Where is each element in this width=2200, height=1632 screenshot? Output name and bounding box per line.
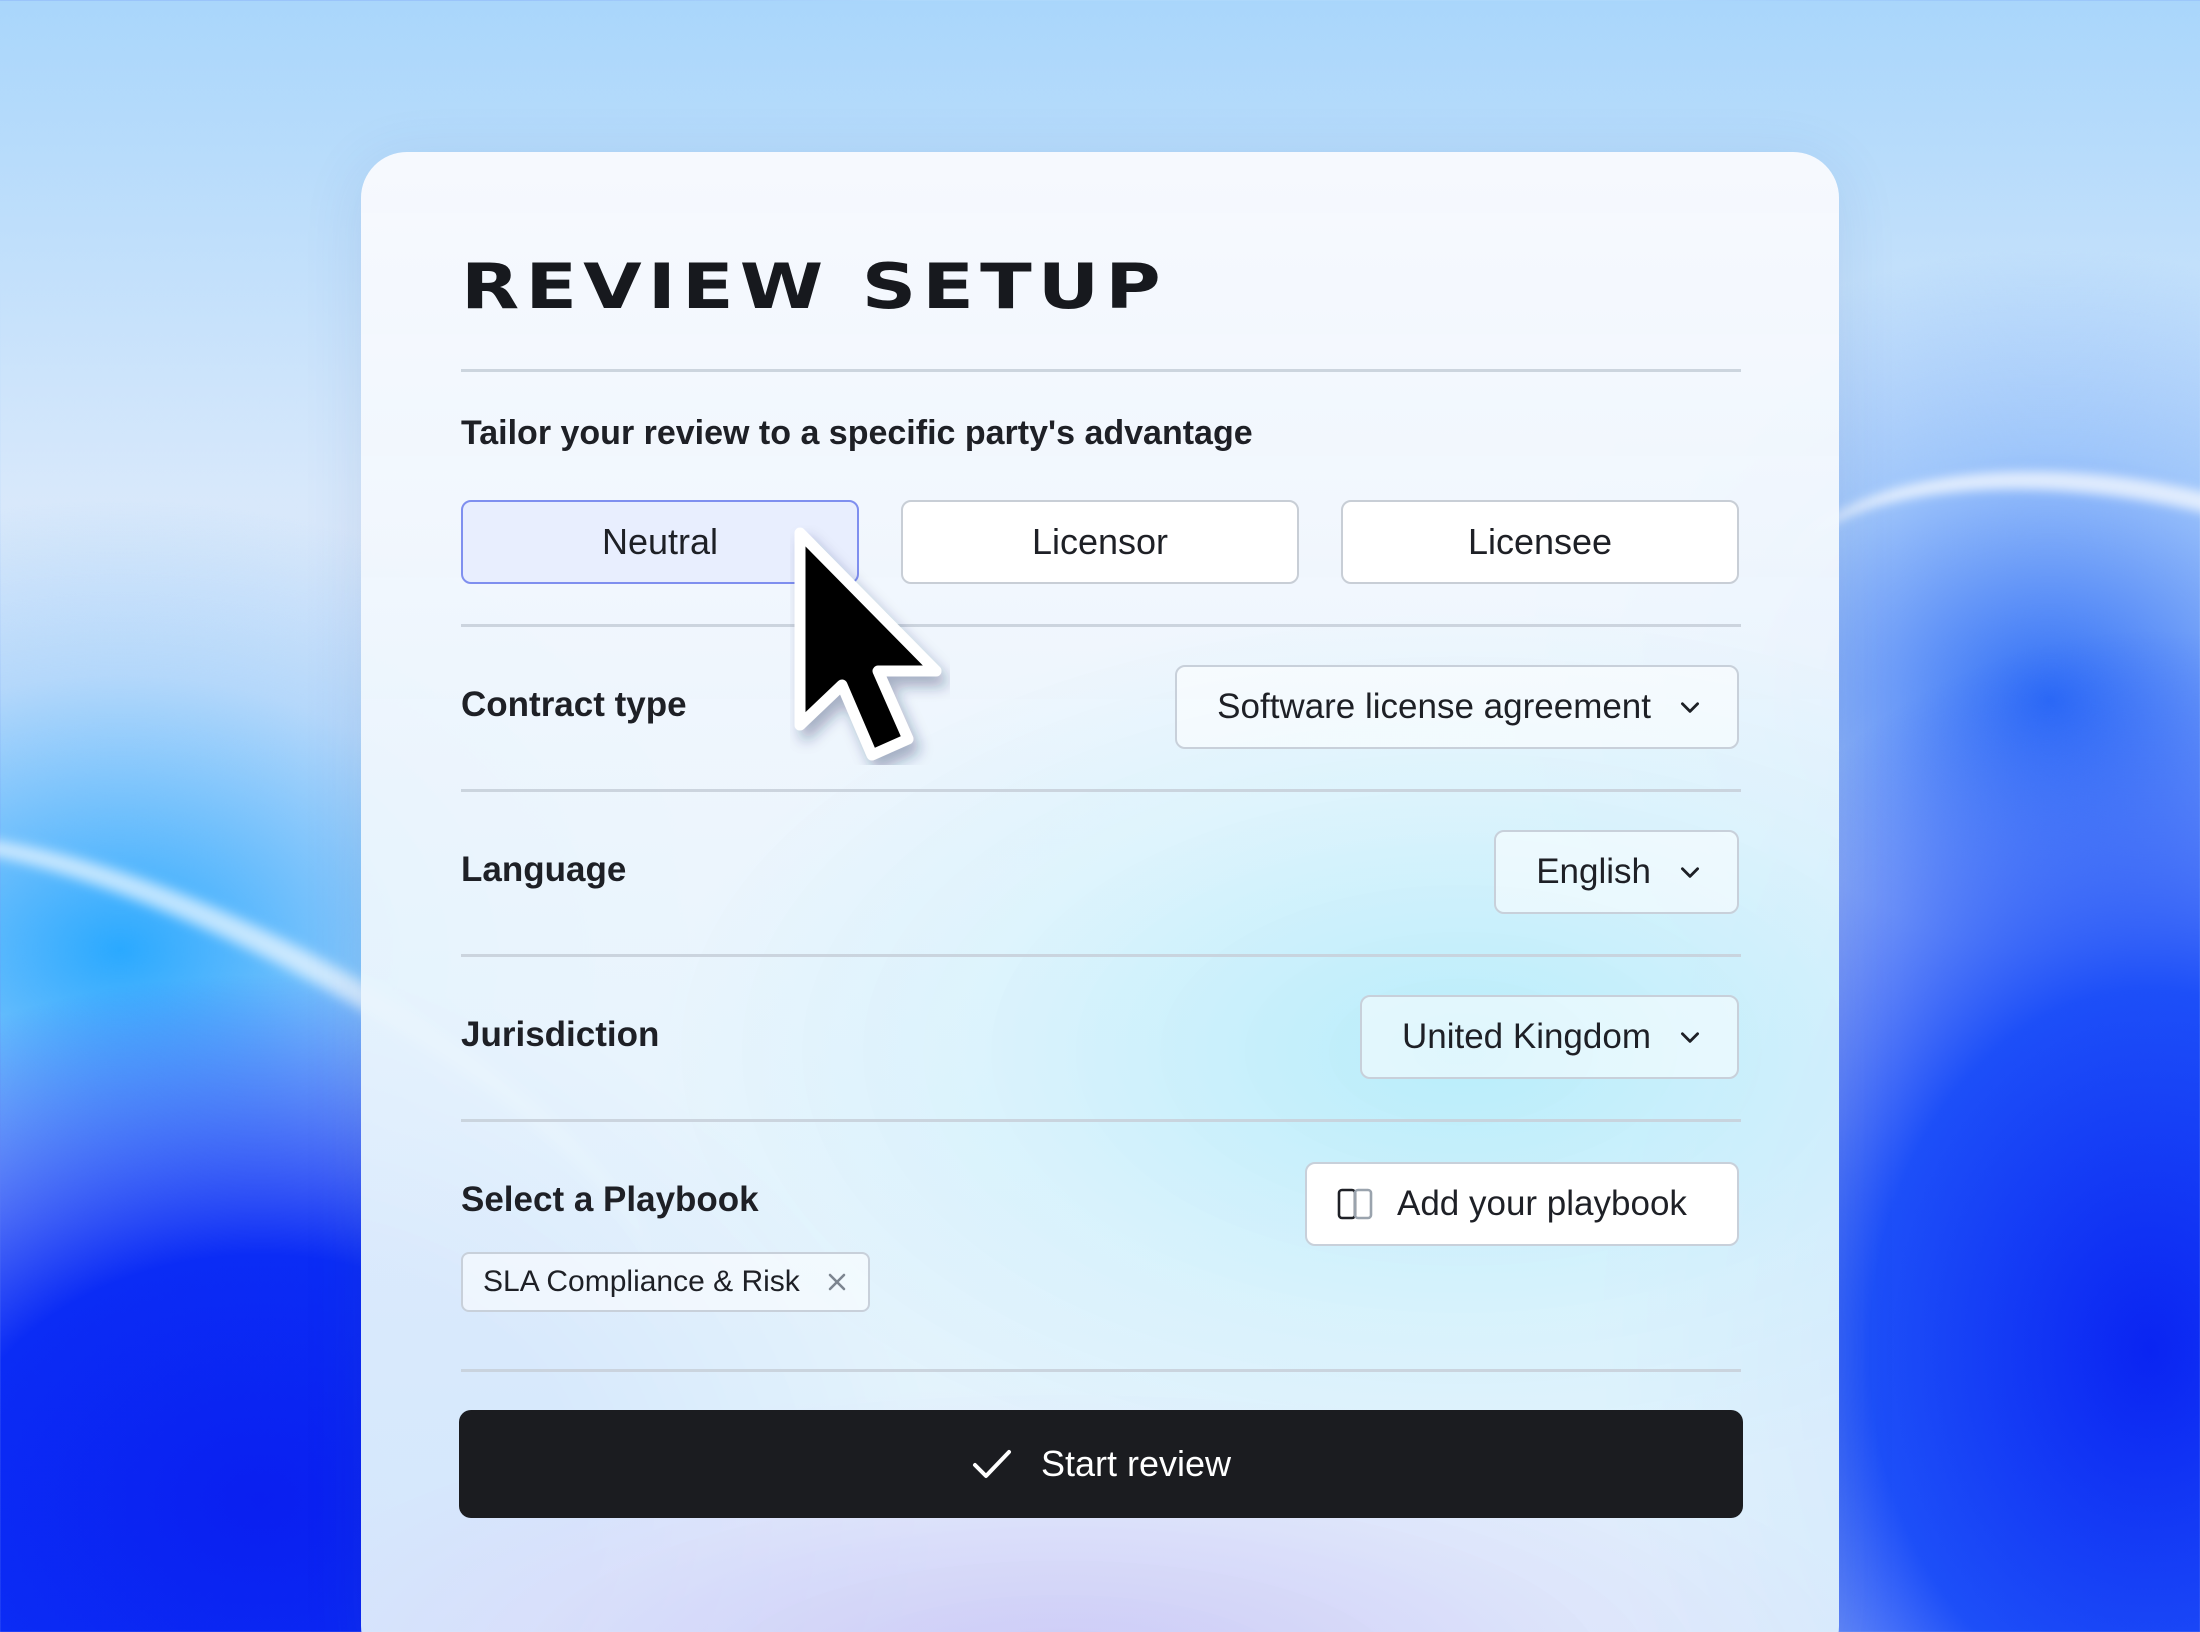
language-value: English	[1536, 852, 1651, 891]
chevron-down-icon	[1681, 867, 1699, 878]
start-review-button[interactable]: Start review	[459, 1410, 1743, 1518]
language-select[interactable]: English	[1494, 830, 1739, 914]
book-icon	[1337, 1188, 1373, 1220]
playbook-tag: SLA Compliance & Risk	[461, 1252, 870, 1312]
divider	[461, 624, 1741, 627]
divider	[461, 369, 1741, 372]
divider	[461, 954, 1741, 957]
close-icon[interactable]	[826, 1271, 848, 1293]
jurisdiction-select[interactable]: United Kingdom	[1359, 995, 1739, 1079]
start-review-label: Start review	[1040, 1443, 1232, 1484]
chevron-down-icon	[1681, 702, 1699, 713]
playbook-tag-label: SLA Compliance & Risk	[483, 1265, 800, 1298]
party-option-label: Licensee	[1467, 521, 1613, 562]
jurisdiction-label: Jurisdiction	[461, 1015, 660, 1054]
divider	[461, 789, 1741, 792]
add-playbook-label: Add your playbook	[1397, 1184, 1687, 1223]
party-subtitle: Tailor your review to a specific party's…	[461, 414, 1253, 452]
chevron-down-icon	[1681, 1032, 1699, 1043]
page-title: REVIEW SETUP	[461, 250, 1167, 323]
contract-type-label: Contract type	[461, 685, 687, 724]
contract-type-select[interactable]: Software license agreement	[1175, 665, 1739, 749]
party-option-licensor[interactable]: Licensor	[901, 500, 1299, 584]
jurisdiction-value: United Kingdom	[1401, 1017, 1651, 1056]
language-label: Language	[461, 850, 627, 889]
party-option-label: Neutral	[601, 521, 719, 562]
checkmark-icon	[972, 1450, 1011, 1478]
party-option-licensee[interactable]: Licensee	[1341, 500, 1739, 584]
party-option-label: Licensor	[1031, 521, 1169, 562]
divider	[461, 1369, 1741, 1372]
add-playbook-button[interactable]: Add your playbook	[1305, 1162, 1739, 1246]
playbook-label: Select a Playbook	[461, 1180, 759, 1219]
divider	[461, 1119, 1741, 1122]
review-setup-card: REVIEW SETUP Tailor your review to a spe…	[361, 152, 1839, 1632]
contract-type-value: Software license agreement	[1217, 687, 1651, 726]
mouse-cursor-icon	[794, 527, 942, 761]
